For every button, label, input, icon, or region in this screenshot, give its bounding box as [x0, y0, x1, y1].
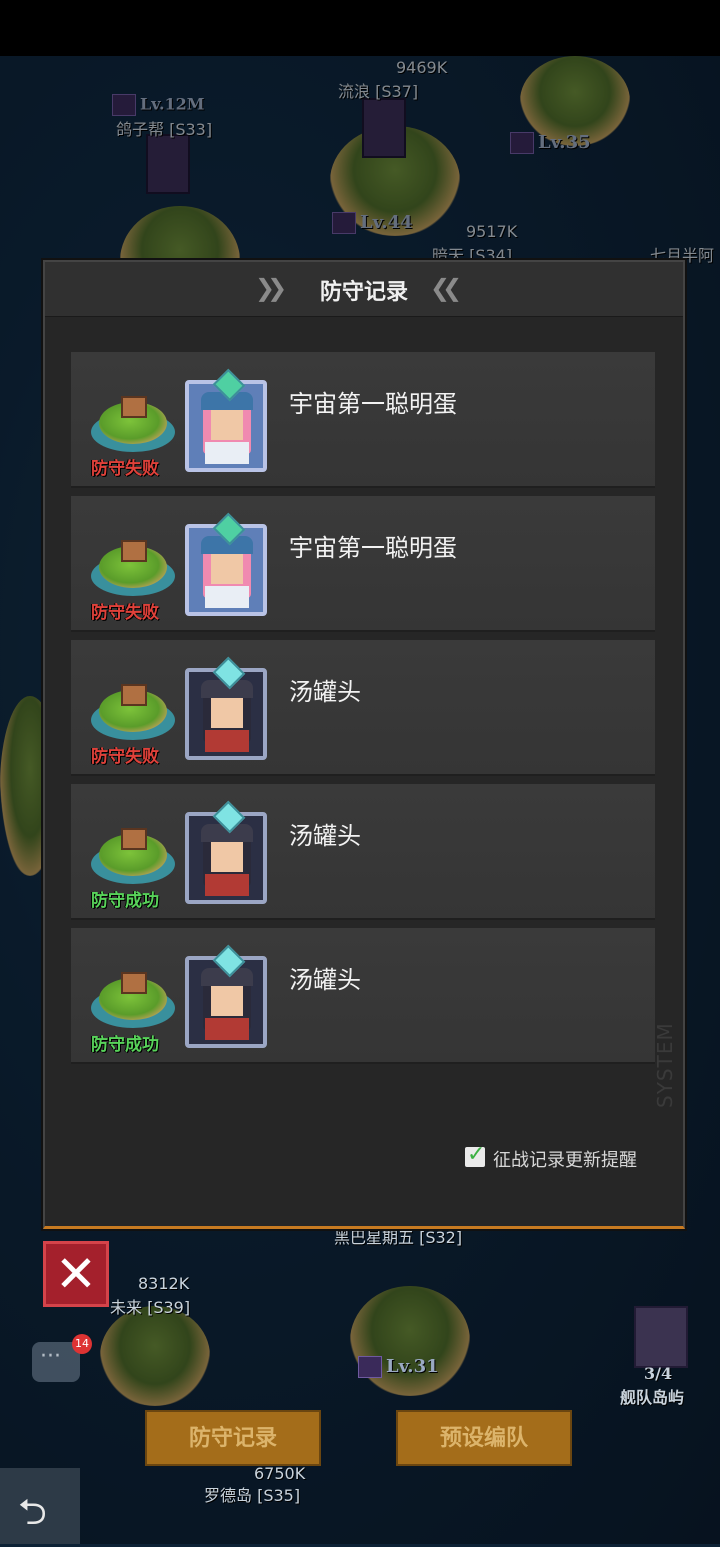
- player-name: 宇宙第一聪明蛋: [289, 534, 457, 562]
- defense-record-row[interactable]: 防守失败 宇宙第一聪明蛋: [71, 496, 655, 632]
- player-avatar[interactable]: [179, 800, 277, 910]
- player-avatar[interactable]: [179, 944, 277, 1054]
- defense-result: 防守失败: [91, 459, 159, 479]
- map-power: 6750K: [254, 1464, 306, 1483]
- status-bar: [0, 0, 720, 56]
- dialog-header: ❯❯ 防守记录 ❮❮: [45, 262, 683, 317]
- player-name: 宇宙第一聪明蛋: [289, 390, 457, 418]
- defense-result: 防守失败: [91, 603, 159, 623]
- player-avatar[interactable]: [179, 656, 277, 766]
- player-avatar[interactable]: [179, 512, 277, 622]
- system-watermark: SYSTEM: [653, 1022, 677, 1108]
- island-icon: [91, 396, 175, 456]
- map-guild-name: 罗德岛 [S35]: [204, 1486, 301, 1505]
- defense-result: 防守失败: [91, 747, 159, 767]
- chat-unread-badge: 14: [72, 1334, 92, 1354]
- defense-result: 防守成功: [91, 1035, 159, 1055]
- island-icon: [91, 972, 175, 1032]
- defense-record-row[interactable]: 防守失败 宇宙第一聪明蛋: [71, 352, 655, 488]
- player-avatar[interactable]: [179, 368, 277, 478]
- dialog-title: 防守记录: [319, 279, 408, 305]
- close-button[interactable]: ✕: [43, 1241, 109, 1307]
- player-name: 汤罐头: [289, 966, 361, 994]
- reminder-label: 征战记录更新提醒: [493, 1150, 637, 1171]
- map-power: 8312K: [138, 1274, 190, 1293]
- defense-record-dialog: ❯❯ 防守记录 ❮❮ 防守失败 宇宙第一聪明蛋 防守失败 宇宙第一聪明蛋 防守失…: [43, 260, 685, 1229]
- defense-record-row[interactable]: 防守失败 汤罐头: [71, 640, 655, 776]
- close-icon: ✕: [55, 1245, 97, 1303]
- map-level: Lv.31: [358, 1356, 439, 1378]
- fleet-count: 3/4: [644, 1364, 673, 1383]
- guild-emblem-icon: [358, 1356, 382, 1378]
- fleet-island-label[interactable]: 舰队岛屿: [620, 1384, 684, 1408]
- defense-record-row[interactable]: 防守成功 汤罐头: [71, 928, 655, 1064]
- back-arrow-icon: ⮌: [18, 1492, 47, 1533]
- fleet-flag-icon[interactable]: [634, 1306, 688, 1368]
- reminder-checkbox[interactable]: ✓: [465, 1142, 485, 1167]
- island-icon: [91, 684, 175, 744]
- back-button[interactable]: ⮌: [0, 1468, 80, 1544]
- player-name: 汤罐头: [289, 822, 361, 850]
- defense-result: 防守成功: [91, 891, 159, 911]
- preset-team-button[interactable]: 预设编队: [396, 1410, 572, 1466]
- island-icon: [91, 540, 175, 600]
- defense-record-button[interactable]: 防守记录: [145, 1410, 321, 1466]
- player-name: 汤罐头: [289, 678, 361, 706]
- checkmark-icon: ✓: [467, 1142, 486, 1167]
- map-guild-name: 未来 [S39]: [110, 1298, 191, 1317]
- island-icon: [91, 828, 175, 888]
- chevron-left-icon: ❮❮: [430, 274, 462, 302]
- defense-record-row[interactable]: 防守成功 汤罐头: [71, 784, 655, 920]
